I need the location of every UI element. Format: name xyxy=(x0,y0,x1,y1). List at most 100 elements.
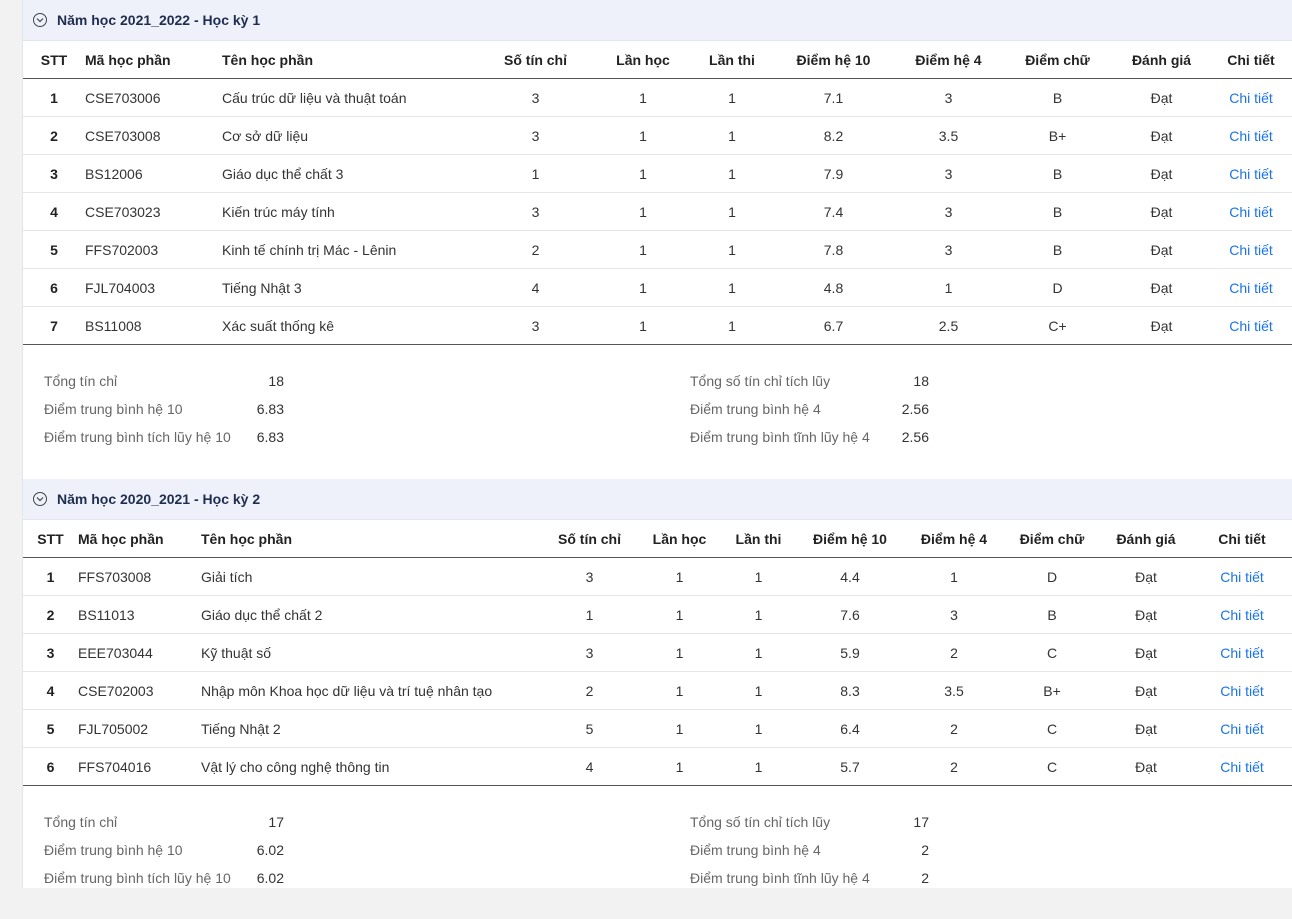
cell-stt: 1 xyxy=(23,78,85,117)
cell-evaluation: Đạt xyxy=(1114,78,1209,117)
cell-course-code: FFS704016 xyxy=(78,747,201,786)
cell-course-code: CSE703023 xyxy=(85,192,222,231)
cell-detail: Chi tiết xyxy=(1191,709,1292,748)
cell-detail: Chi tiết xyxy=(1191,557,1292,596)
cell-letter-grade: D xyxy=(1001,268,1114,307)
cell-detail: Chi tiết xyxy=(1191,671,1292,710)
detail-link[interactable]: Chi tiết xyxy=(1229,128,1273,144)
detail-link[interactable]: Chi tiết xyxy=(1229,242,1273,258)
cell-stt: 3 xyxy=(23,633,78,672)
cell-course-name: Xác suất thống kê xyxy=(222,306,478,345)
cell-detail: Chi tiết xyxy=(1209,116,1292,155)
chevron-down-circle-icon[interactable] xyxy=(33,13,47,27)
cell-exam-attempt: 1 xyxy=(693,78,771,117)
cell-detail: Chi tiết xyxy=(1209,78,1292,117)
detail-link[interactable]: Chi tiết xyxy=(1229,318,1273,334)
cell-course-name: Giải tích xyxy=(201,557,542,596)
summary-value: 6.83 xyxy=(256,429,284,445)
table-row: 6 FJL704003 Tiếng Nhật 3 4 1 1 4.8 1 D Đạt Chi tiế… xyxy=(23,268,1292,307)
cell-study-attempt: 1 xyxy=(593,116,693,155)
summary-label: Điểm trung bình tích lũy hệ 10 xyxy=(44,429,231,445)
detail-link[interactable]: Chi tiết xyxy=(1229,280,1273,296)
summary-value: 17 xyxy=(268,814,284,830)
summary-value: 2.56 xyxy=(901,401,929,417)
cell-exam-attempt: 1 xyxy=(722,595,795,634)
column-header-score-10: Điểm hệ 10 xyxy=(771,41,896,79)
cell-study-attempt: 1 xyxy=(637,633,722,672)
summary-value: 2 xyxy=(921,870,929,886)
cell-credits: 1 xyxy=(542,595,637,634)
cell-course-name: Nhập môn Khoa học dữ liệu và trí tuệ nhâ… xyxy=(201,671,542,710)
cell-course-code: BS11008 xyxy=(85,306,222,345)
detail-link[interactable]: Chi tiết xyxy=(1229,204,1273,220)
table-row: 4 CSE703023 Kiến trúc máy tính 3 1 1 7.4 3 B Đạt C… xyxy=(23,192,1292,231)
detail-link[interactable]: Chi tiết xyxy=(1220,721,1264,737)
column-header-evaluation: Đánh giá xyxy=(1114,41,1209,79)
table-row: 2 CSE703008 Cơ sở dữ liệu 3 1 1 8.2 3.5 B+ Đạt Chi… xyxy=(23,116,1292,155)
detail-link[interactable]: Chi tiết xyxy=(1220,645,1264,661)
detail-link[interactable]: Chi tiết xyxy=(1229,166,1273,182)
semester-summary: Tổng tín chỉ 17 Điểm trung bình hệ 10 6.02 Đ… xyxy=(23,786,1292,919)
cell-score-4: 3.5 xyxy=(905,671,1003,710)
cell-exam-attempt: 1 xyxy=(693,116,771,155)
cell-study-attempt: 1 xyxy=(593,306,693,345)
cell-letter-grade: B xyxy=(1001,230,1114,269)
cell-credits: 2 xyxy=(542,671,637,710)
semester-header[interactable]: Năm học 2021_2022 - Học kỳ 1 xyxy=(23,0,1292,41)
semester-section: Năm học 2021_2022 - Học kỳ 1 STT Mã học p… xyxy=(23,0,1292,478)
cell-detail: Chi tiết xyxy=(1209,192,1292,231)
cell-score-4: 1 xyxy=(905,557,1003,596)
cell-score-10: 7.6 xyxy=(795,595,905,634)
table-row: 6 FFS704016 Vật lý cho công nghệ thông tin… xyxy=(23,747,1292,786)
column-header-stt: STT xyxy=(23,41,85,79)
summary-value: 18 xyxy=(268,373,284,389)
cell-stt: 7 xyxy=(23,306,85,345)
cell-stt: 5 xyxy=(23,709,78,748)
detail-link[interactable]: Chi tiết xyxy=(1220,683,1264,699)
cell-letter-grade: C xyxy=(1003,633,1101,672)
cell-evaluation: Đạt xyxy=(1101,671,1191,710)
cell-evaluation: Đạt xyxy=(1101,557,1191,596)
cell-evaluation: Đạt xyxy=(1114,154,1209,193)
cell-letter-grade: C xyxy=(1003,709,1101,748)
detail-link[interactable]: Chi tiết xyxy=(1229,90,1273,106)
cell-exam-attempt: 1 xyxy=(722,557,795,596)
cell-score-10: 7.4 xyxy=(771,192,896,231)
summary-label: Điểm trung bình hệ 4 xyxy=(690,401,821,417)
cell-score-4: 3.5 xyxy=(896,116,1001,155)
cell-exam-attempt: 1 xyxy=(693,230,771,269)
detail-link[interactable]: Chi tiết xyxy=(1220,759,1264,775)
cell-course-code: CSE703006 xyxy=(85,78,222,117)
column-header-score-4: Điểm hệ 4 xyxy=(905,520,1003,558)
summary-value: 2 xyxy=(921,842,929,858)
cell-credits: 4 xyxy=(478,268,593,307)
detail-link[interactable]: Chi tiết xyxy=(1220,569,1264,585)
cell-score-10: 8.3 xyxy=(795,671,905,710)
semester-summary: Tổng tín chỉ 18 Điểm trung bình hệ 10 6.83 Đ… xyxy=(23,345,1292,478)
cell-course-code: FFS702003 xyxy=(85,230,222,269)
cell-score-10: 7.9 xyxy=(771,154,896,193)
cell-credits: 3 xyxy=(478,192,593,231)
cell-detail: Chi tiết xyxy=(1191,633,1292,672)
cell-score-4: 2 xyxy=(905,747,1003,786)
column-header-exam-attempt: Lần thi xyxy=(722,520,795,558)
detail-link[interactable]: Chi tiết xyxy=(1220,607,1264,623)
cell-course-name: Kỹ thuật số xyxy=(201,633,542,672)
semester-header[interactable]: Năm học 2020_2021 - Học kỳ 2 xyxy=(23,479,1292,520)
cell-course-name: Kiến trúc máy tính xyxy=(222,192,478,231)
column-header-exam-attempt: Lần thi xyxy=(693,41,771,79)
table-header-row: STT Mã học phần Tên học phần Số tín chỉ Lần … xyxy=(23,41,1292,79)
cell-score-4: 3 xyxy=(896,154,1001,193)
cell-letter-grade: D xyxy=(1003,557,1101,596)
cell-stt: 6 xyxy=(23,268,85,307)
cell-score-10: 8.2 xyxy=(771,116,896,155)
cell-evaluation: Đạt xyxy=(1114,306,1209,345)
column-header-credits: Số tín chỉ xyxy=(542,520,637,558)
cell-score-4: 3 xyxy=(896,192,1001,231)
cell-stt: 2 xyxy=(23,595,78,634)
summary-value: 6.02 xyxy=(256,870,284,886)
cell-evaluation: Đạt xyxy=(1101,595,1191,634)
chevron-down-circle-icon[interactable] xyxy=(33,492,47,506)
cell-credits: 3 xyxy=(478,78,593,117)
cell-detail: Chi tiết xyxy=(1209,306,1292,345)
